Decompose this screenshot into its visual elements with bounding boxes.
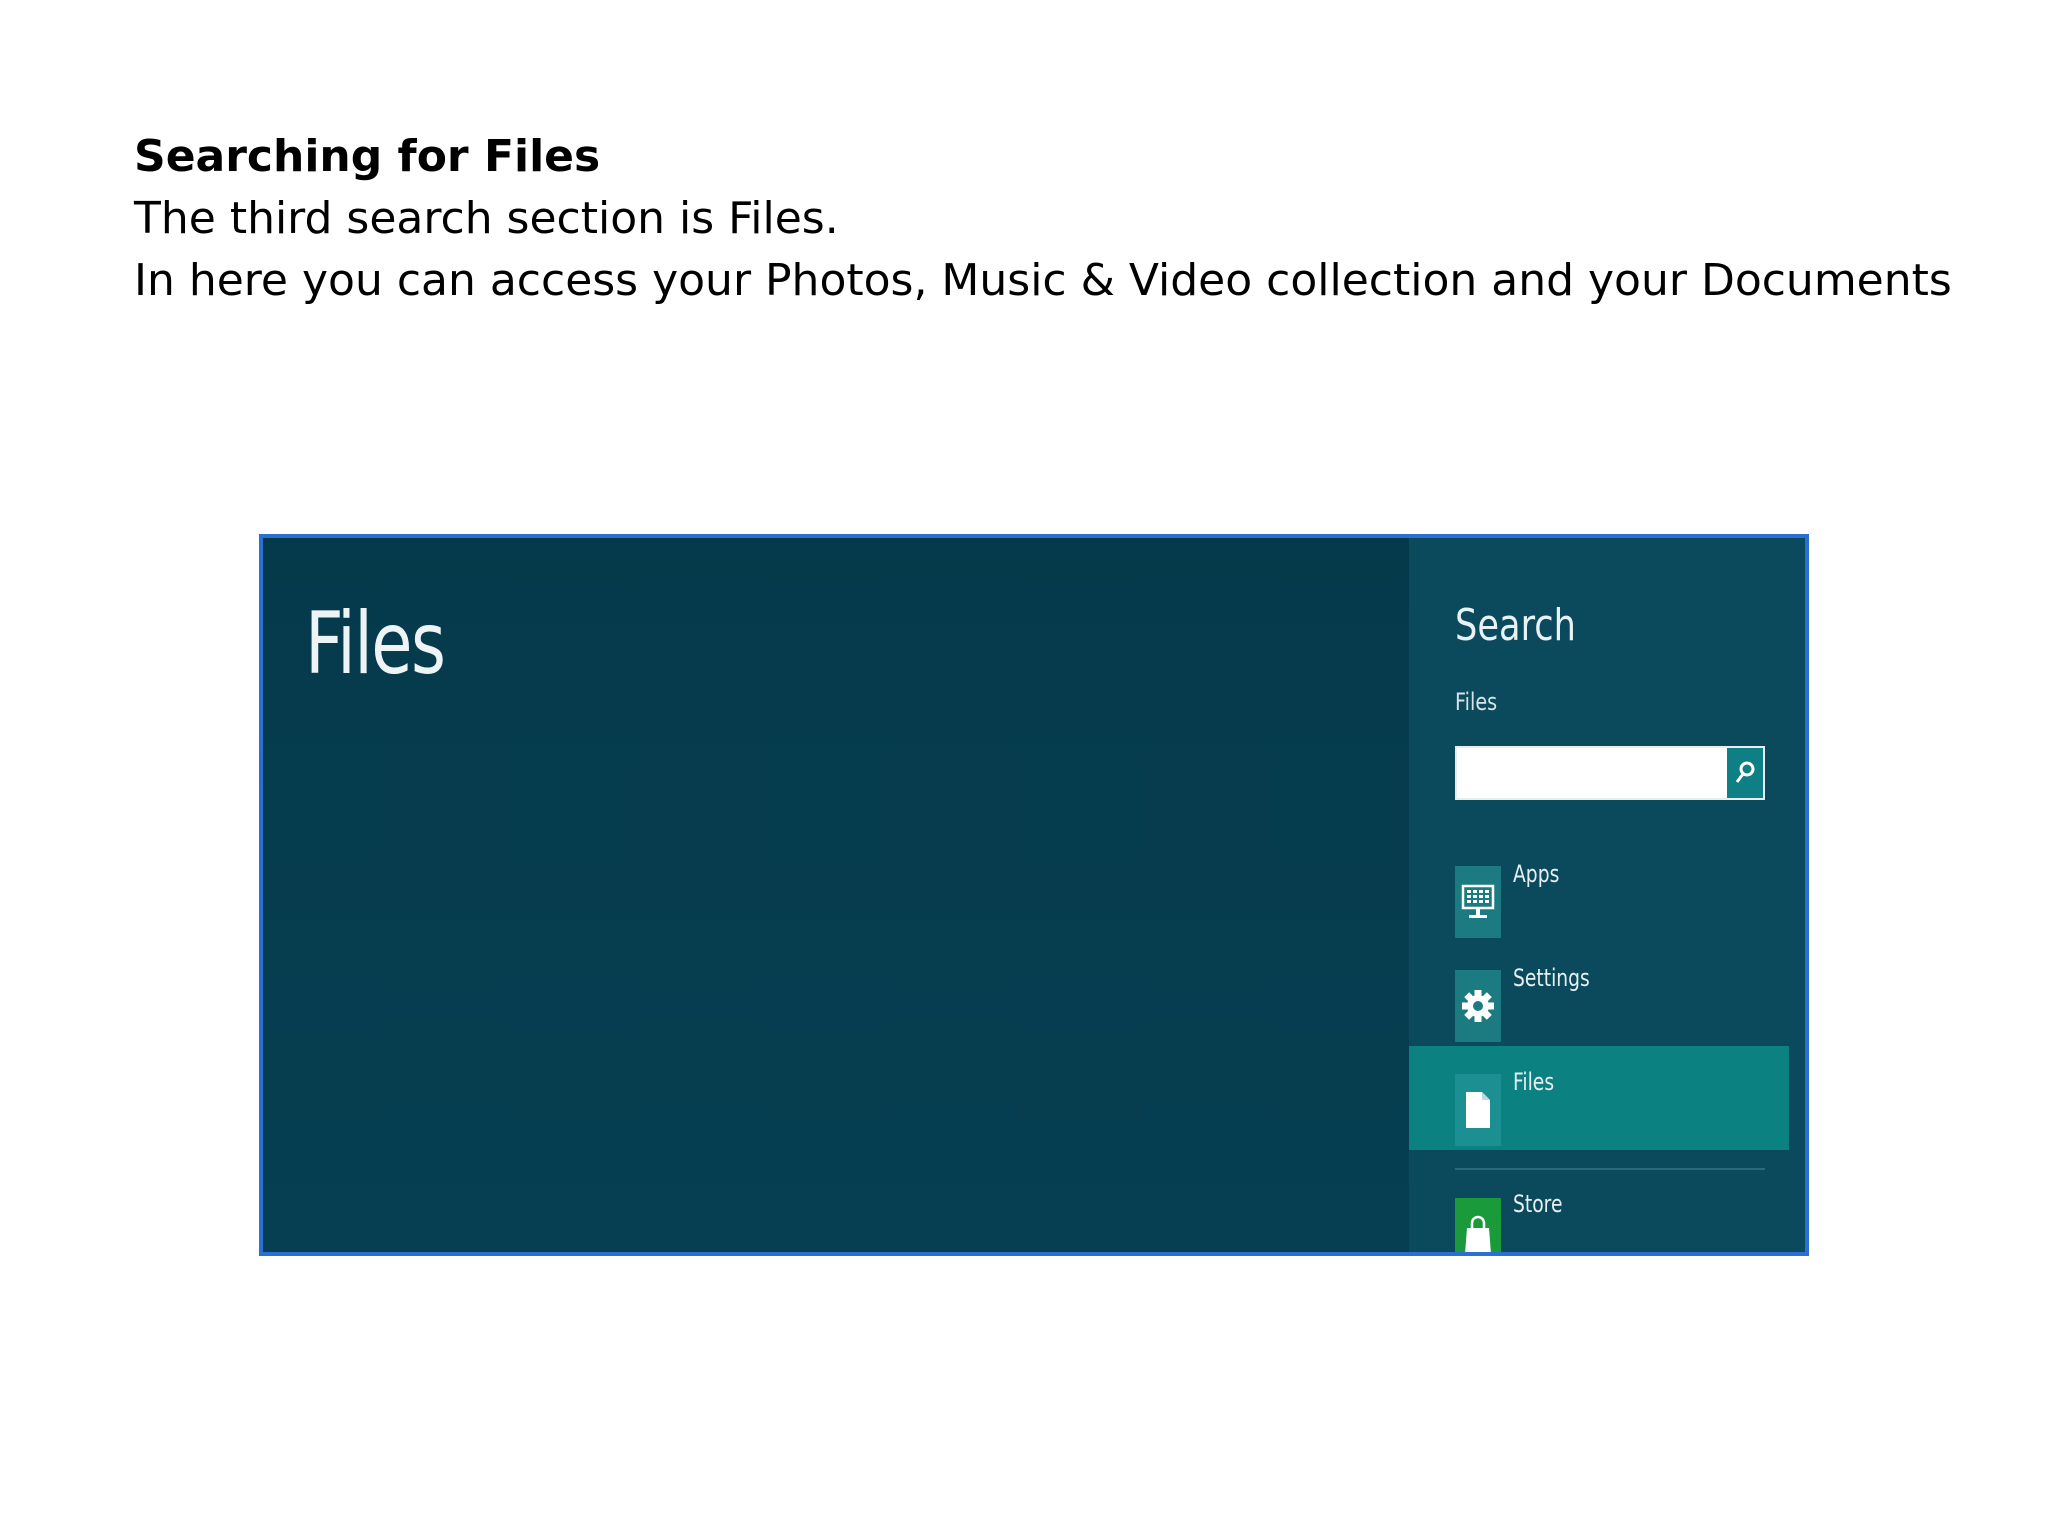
charm-item-apps[interactable]: Apps [1409, 838, 1789, 942]
gear-icon [1455, 970, 1501, 1042]
results-area: Files [263, 538, 1409, 1252]
search-box [1455, 746, 1765, 800]
divider [1455, 1168, 1765, 1170]
caption-line-1: The third search section is Files. [134, 193, 839, 244]
charm-item-label: Files [1513, 1068, 1555, 1096]
search-input[interactable] [1457, 748, 1727, 798]
charm-title: Search [1455, 600, 1576, 651]
charm-item-store[interactable]: Store [1409, 1182, 1789, 1252]
caption: Searching for Files The third search sec… [134, 126, 1952, 312]
charm-item-label: Settings [1513, 964, 1590, 992]
charm-item-settings[interactable]: Settings [1409, 942, 1789, 1046]
search-scope-label: Files [1455, 688, 1498, 716]
page-title: Files [305, 594, 446, 694]
file-icon [1455, 1074, 1501, 1146]
slide: Searching for Files The third search sec… [0, 0, 2048, 1536]
search-button[interactable] [1727, 748, 1763, 798]
apps-icon [1455, 866, 1501, 938]
search-charm: Search Files Apps Settings Files Store [1409, 538, 1805, 1252]
caption-heading: Searching for Files [134, 131, 601, 182]
store-bag-icon [1455, 1198, 1501, 1252]
charm-item-files[interactable]: Files [1409, 1046, 1789, 1150]
caption-line-2: In here you can access your Photos, Musi… [134, 255, 1952, 306]
search-icon [1735, 761, 1755, 783]
windows-search-screenshot: Files Search Files Apps Settings Files S… [259, 534, 1809, 1256]
charm-item-label: Apps [1513, 860, 1560, 888]
charm-item-label: Store [1513, 1190, 1563, 1218]
